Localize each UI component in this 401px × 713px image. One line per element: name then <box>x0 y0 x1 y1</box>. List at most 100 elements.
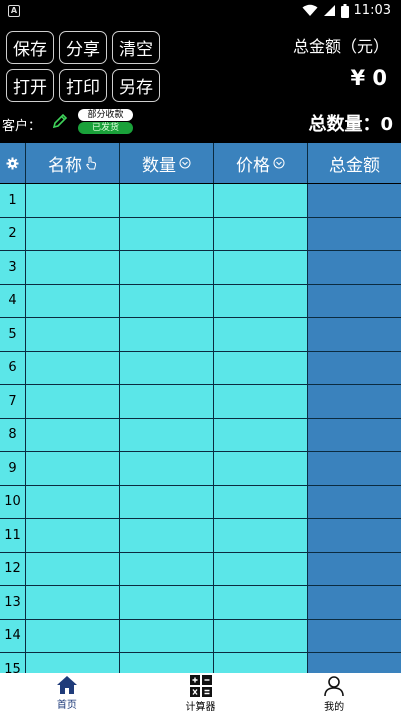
gear-icon[interactable] <box>6 157 19 170</box>
quantity-cell[interactable] <box>120 619 214 652</box>
column-header-price-label: 价格 <box>236 155 270 176</box>
quantity-cell[interactable] <box>120 284 214 317</box>
person-icon <box>324 676 344 697</box>
row-number-cell: 10 <box>0 485 26 518</box>
price-cell[interactable] <box>214 318 308 351</box>
signal-icon <box>323 5 335 16</box>
quantity-cell[interactable] <box>120 586 214 619</box>
shipping-status-badge[interactable]: 已发货 <box>78 122 133 134</box>
row-total-cell <box>308 251 401 284</box>
table-row: 3 <box>0 251 401 285</box>
quantity-cell[interactable] <box>120 217 214 250</box>
home-icon <box>56 676 77 694</box>
nav-profile[interactable]: 我的 <box>267 673 401 713</box>
row-total-cell <box>308 619 401 652</box>
quantity-cell[interactable] <box>120 552 214 585</box>
name-cell[interactable] <box>26 485 120 518</box>
row-total-cell <box>308 318 401 351</box>
quantity-cell[interactable] <box>120 251 214 284</box>
name-cell[interactable] <box>26 385 120 418</box>
row-number-cell: 15 <box>0 653 26 673</box>
price-cell[interactable] <box>214 653 308 673</box>
price-cell[interactable] <box>214 284 308 317</box>
quantity-cell[interactable] <box>120 184 214 217</box>
table-settings-cell[interactable] <box>0 143 26 183</box>
name-cell[interactable] <box>26 217 120 250</box>
price-cell[interactable] <box>214 552 308 585</box>
nav-calculator-label: 计算器 <box>185 702 216 713</box>
pencil-icon[interactable] <box>52 113 68 129</box>
row-total-cell <box>308 351 401 384</box>
quantity-cell[interactable] <box>120 385 214 418</box>
name-cell[interactable] <box>26 418 120 451</box>
name-cell[interactable] <box>26 653 120 673</box>
table-row: 9 <box>0 452 401 486</box>
table-row: 11 <box>0 519 401 553</box>
quantity-cell[interactable] <box>120 318 214 351</box>
price-cell[interactable] <box>214 519 308 552</box>
row-total-cell <box>308 485 401 518</box>
quantity-cell[interactable] <box>120 519 214 552</box>
wifi-icon <box>302 4 318 16</box>
payment-status-badge[interactable]: 部分收款 <box>78 109 133 121</box>
nav-calculator[interactable]: 计算器 <box>134 673 268 713</box>
name-cell[interactable] <box>26 184 120 217</box>
table-row: 13 <box>0 586 401 620</box>
name-cell[interactable] <box>26 586 120 619</box>
tap-hand-icon <box>86 156 97 170</box>
price-cell[interactable] <box>214 619 308 652</box>
price-cell[interactable] <box>214 452 308 485</box>
name-cell[interactable] <box>26 552 120 585</box>
quantity-cell[interactable] <box>120 351 214 384</box>
column-header-quantity[interactable]: 数量 <box>120 143 214 183</box>
name-cell[interactable] <box>26 351 120 384</box>
row-total-cell <box>308 418 401 451</box>
print-button[interactable]: 打印 <box>59 69 107 102</box>
table-row: 10 <box>0 485 401 519</box>
price-cell[interactable] <box>214 217 308 250</box>
clear-button[interactable]: 清空 <box>112 31 160 64</box>
table-row: 14 <box>0 619 401 653</box>
quantity-cell[interactable] <box>120 485 214 518</box>
name-cell[interactable] <box>26 619 120 652</box>
open-button[interactable]: 打开 <box>6 69 54 102</box>
name-cell[interactable] <box>26 519 120 552</box>
column-header-total-label: 总金额 <box>329 155 380 176</box>
quantity-cell[interactable] <box>120 653 214 673</box>
name-cell[interactable] <box>26 251 120 284</box>
row-number-cell: 2 <box>0 217 26 250</box>
table-row: 15 <box>0 653 401 673</box>
save-as-button[interactable]: 另存 <box>112 69 160 102</box>
name-cell[interactable] <box>26 452 120 485</box>
price-cell[interactable] <box>214 351 308 384</box>
column-header-name[interactable]: 名称 <box>26 143 120 183</box>
calculator-icon <box>189 675 212 697</box>
row-total-cell <box>308 653 401 673</box>
nav-home[interactable]: 首页 <box>0 673 134 713</box>
column-header-price[interactable]: 价格 <box>214 143 308 183</box>
price-cell[interactable] <box>214 418 308 451</box>
row-number-cell: 11 <box>0 519 26 552</box>
bottom-navigation: 首页 计算器 我的 <box>0 673 401 713</box>
price-cell[interactable] <box>214 184 308 217</box>
row-number-cell: 5 <box>0 318 26 351</box>
row-total-cell <box>308 385 401 418</box>
row-number-cell: 4 <box>0 284 26 317</box>
save-button[interactable]: 保存 <box>6 31 54 64</box>
nav-home-label: 首页 <box>56 700 77 711</box>
price-cell[interactable] <box>214 385 308 418</box>
table-row: 2 <box>0 217 401 251</box>
row-total-cell <box>308 217 401 250</box>
price-cell[interactable] <box>214 485 308 518</box>
name-cell[interactable] <box>26 284 120 317</box>
table-body: 1 2 3 4 5 6 7 8 9 10 11 12 13 14 15 <box>0 184 401 673</box>
total-amount-label: 总金额（元） <box>292 37 389 56</box>
share-button[interactable]: 分享 <box>59 31 107 64</box>
price-cell[interactable] <box>214 251 308 284</box>
quantity-cell[interactable] <box>120 418 214 451</box>
notification-icon: A <box>8 5 20 17</box>
price-cell[interactable] <box>214 586 308 619</box>
quantity-cell[interactable] <box>120 452 214 485</box>
column-header-total[interactable]: 总金额 <box>308 143 401 183</box>
name-cell[interactable] <box>26 318 120 351</box>
